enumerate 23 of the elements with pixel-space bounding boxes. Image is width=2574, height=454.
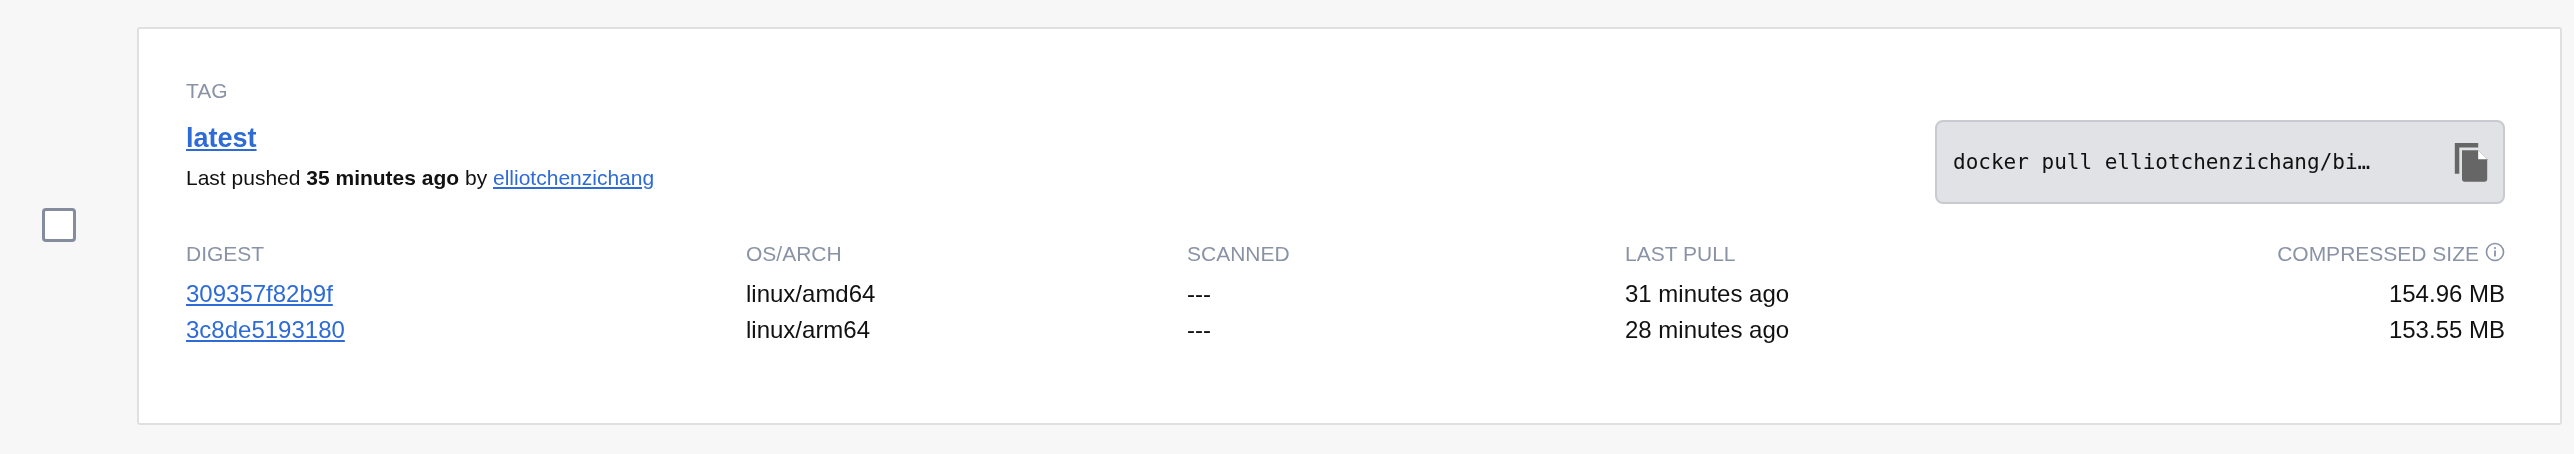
table-cell: linux/amd64: [746, 280, 876, 308]
table-cell: 154.96 MB: [2388, 280, 2505, 308]
info-icon: [2485, 242, 2505, 262]
copy-icon[interactable]: [2453, 141, 2489, 183]
digest-link[interactable]: 309357f82b9f: [186, 280, 333, 308]
table-cell: 153.55 MB: [2388, 316, 2505, 344]
table-cell: ---: [1187, 316, 1211, 344]
column-header: OS/ARCH: [746, 242, 842, 266]
tag-label: TAG: [186, 79, 228, 103]
column-header: COMPRESSED SIZE: [2277, 242, 2479, 266]
table-cell: 28 minutes ago: [1625, 316, 1790, 344]
table-cell: 31 minutes ago: [1625, 280, 1790, 308]
column-header: SCANNED: [1187, 242, 1290, 266]
digest-link[interactable]: 3c8de5193180: [186, 316, 345, 344]
user-link[interactable]: elliotchenzichang: [493, 166, 655, 189]
column-header: DIGEST: [186, 242, 265, 266]
checkbox[interactable]: [41, 208, 76, 242]
table-cell: ---: [1187, 280, 1211, 308]
tag-link[interactable]: latest: [186, 123, 257, 154]
column-header: LAST PULL: [1625, 242, 1736, 266]
table-cell: linux/arm64: [746, 316, 871, 344]
pull-command: docker pull elliotchenzichang/bi…: [1953, 150, 2371, 174]
pushed-info: Last pushed 35 minutes ago by elliotchenzichang: [186, 166, 655, 190]
